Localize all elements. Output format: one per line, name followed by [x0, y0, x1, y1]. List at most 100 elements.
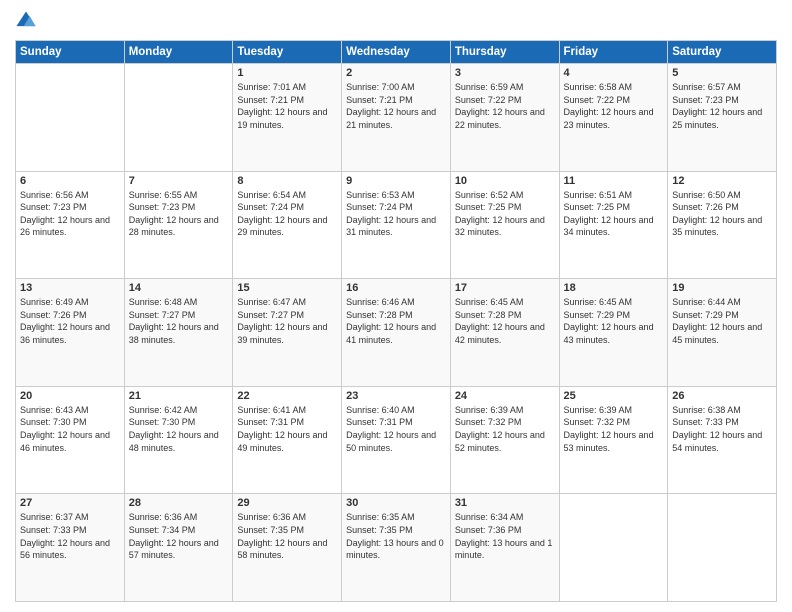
day-info: Sunrise: 6:36 AMSunset: 7:35 PMDaylight:…	[237, 511, 337, 561]
day-info: Sunrise: 6:49 AMSunset: 7:26 PMDaylight:…	[20, 296, 120, 346]
day-info: Sunrise: 6:58 AMSunset: 7:22 PMDaylight:…	[564, 81, 664, 131]
calendar-cell: 23 Sunrise: 6:40 AMSunset: 7:31 PMDayligh…	[342, 386, 451, 494]
calendar-cell	[16, 64, 125, 172]
calendar-cell: 14Sunrise: 6:48 AMSunset: 7:27 PMDayligh…	[124, 279, 233, 387]
weekday-header-wednesday: Wednesday	[342, 41, 451, 64]
calendar-cell: 21 Sunrise: 6:42 AMSunset: 7:30 PMDayligh…	[124, 386, 233, 494]
calendar-cell: 11 Sunrise: 6:51 AMSunset: 7:25 PMDayligh…	[559, 171, 668, 279]
calendar-cell: 3 Sunrise: 6:59 AMSunset: 7:22 PMDaylight…	[450, 64, 559, 172]
weekday-header-thursday: Thursday	[450, 41, 559, 64]
day-number: 20	[20, 390, 120, 402]
day-number: 9	[346, 175, 446, 187]
day-info: Sunrise: 6:51 AMSunset: 7:25 PMDaylight:…	[564, 189, 664, 239]
calendar-cell: 15 Sunrise: 6:47 AMSunset: 7:27 PMDayligh…	[233, 279, 342, 387]
day-info: Sunrise: 7:00 AMSunset: 7:21 PMDaylight:…	[346, 81, 446, 131]
calendar-cell	[668, 494, 777, 602]
day-number: 23	[346, 390, 446, 402]
day-info: Sunrise: 6:39 AMSunset: 7:32 PMDaylight:…	[564, 404, 664, 454]
day-number: 16	[346, 282, 446, 294]
day-number: 2	[346, 67, 446, 79]
day-number: 29	[237, 497, 337, 509]
calendar-cell: 9 Sunrise: 6:53 AMSunset: 7:24 PMDaylight…	[342, 171, 451, 279]
day-number: 19	[672, 282, 772, 294]
day-number: 10	[455, 175, 555, 187]
day-number: 25	[564, 390, 664, 402]
day-number: 27	[20, 497, 120, 509]
calendar-cell	[124, 64, 233, 172]
weekday-header-friday: Friday	[559, 41, 668, 64]
day-number: 7	[129, 175, 229, 187]
day-info: Sunrise: 6:44 AMSunset: 7:29 PMDaylight:…	[672, 296, 772, 346]
weekday-header-tuesday: Tuesday	[233, 41, 342, 64]
calendar-cell: 28Sunrise: 6:36 AMSunset: 7:34 PMDayligh…	[124, 494, 233, 602]
day-info: Sunrise: 6:46 AMSunset: 7:28 PMDaylight:…	[346, 296, 446, 346]
day-info: Sunrise: 6:35 AMSunset: 7:35 PMDaylight:…	[346, 511, 446, 561]
day-number: 6	[20, 175, 120, 187]
day-info: Sunrise: 6:57 AMSunset: 7:23 PMDaylight:…	[672, 81, 772, 131]
weekday-header-monday: Monday	[124, 41, 233, 64]
week-row-0: 1 Sunrise: 7:01 AMSunset: 7:21 PMDaylight…	[16, 64, 777, 172]
weekday-header-sunday: Sunday	[16, 41, 125, 64]
header	[15, 10, 777, 32]
calendar-cell: 6 Sunrise: 6:56 AMSunset: 7:23 PMDaylight…	[16, 171, 125, 279]
day-info: Sunrise: 6:47 AMSunset: 7:27 PMDaylight:…	[237, 296, 337, 346]
day-number: 17	[455, 282, 555, 294]
calendar-cell: 25 Sunrise: 6:39 AMSunset: 7:32 PMDayligh…	[559, 386, 668, 494]
calendar-cell: 31Sunrise: 6:34 AMSunset: 7:36 PMDayligh…	[450, 494, 559, 602]
day-info: Sunrise: 6:52 AMSunset: 7:25 PMDaylight:…	[455, 189, 555, 239]
weekday-header-saturday: Saturday	[668, 41, 777, 64]
day-number: 8	[237, 175, 337, 187]
calendar-cell: 5 Sunrise: 6:57 AMSunset: 7:23 PMDaylight…	[668, 64, 777, 172]
calendar-cell: 12 Sunrise: 6:50 AMSunset: 7:26 PMDayligh…	[668, 171, 777, 279]
calendar-cell: 20 Sunrise: 6:43 AMSunset: 7:30 PMDayligh…	[16, 386, 125, 494]
calendar-cell: 16 Sunrise: 6:46 AMSunset: 7:28 PMDayligh…	[342, 279, 451, 387]
calendar-cell: 24Sunrise: 6:39 AMSunset: 7:32 PMDayligh…	[450, 386, 559, 494]
calendar-cell: 2 Sunrise: 7:00 AMSunset: 7:21 PMDaylight…	[342, 64, 451, 172]
day-number: 13	[20, 282, 120, 294]
day-number: 21	[129, 390, 229, 402]
calendar-cell: 8 Sunrise: 6:54 AMSunset: 7:24 PMDaylight…	[233, 171, 342, 279]
day-info: Sunrise: 7:01 AMSunset: 7:21 PMDaylight:…	[237, 81, 337, 131]
weekday-header-row: SundayMondayTuesdayWednesdayThursdayFrid…	[16, 41, 777, 64]
day-info: Sunrise: 6:41 AMSunset: 7:31 PMDaylight:…	[237, 404, 337, 454]
week-row-3: 20 Sunrise: 6:43 AMSunset: 7:30 PMDayligh…	[16, 386, 777, 494]
day-info: Sunrise: 6:34 AMSunset: 7:36 PMDaylight:…	[455, 511, 555, 561]
day-number: 3	[455, 67, 555, 79]
day-number: 12	[672, 175, 772, 187]
day-number: 22	[237, 390, 337, 402]
day-info: Sunrise: 6:50 AMSunset: 7:26 PMDaylight:…	[672, 189, 772, 239]
day-number: 18	[564, 282, 664, 294]
day-info: Sunrise: 6:54 AMSunset: 7:24 PMDaylight:…	[237, 189, 337, 239]
day-number: 1	[237, 67, 337, 79]
day-number: 15	[237, 282, 337, 294]
calendar-cell: 7 Sunrise: 6:55 AMSunset: 7:23 PMDaylight…	[124, 171, 233, 279]
calendar-cell: 19 Sunrise: 6:44 AMSunset: 7:29 PMDayligh…	[668, 279, 777, 387]
day-number: 24	[455, 390, 555, 402]
day-number: 11	[564, 175, 664, 187]
day-info: Sunrise: 6:45 AMSunset: 7:29 PMDaylight:…	[564, 296, 664, 346]
day-number: 14	[129, 282, 229, 294]
day-info: Sunrise: 6:43 AMSunset: 7:30 PMDaylight:…	[20, 404, 120, 454]
week-row-2: 13 Sunrise: 6:49 AMSunset: 7:26 PMDayligh…	[16, 279, 777, 387]
day-info: Sunrise: 6:53 AMSunset: 7:24 PMDaylight:…	[346, 189, 446, 239]
calendar-cell: 22 Sunrise: 6:41 AMSunset: 7:31 PMDayligh…	[233, 386, 342, 494]
day-number: 4	[564, 67, 664, 79]
day-number: 30	[346, 497, 446, 509]
day-number: 26	[672, 390, 772, 402]
calendar-cell: 29 Sunrise: 6:36 AMSunset: 7:35 PMDayligh…	[233, 494, 342, 602]
week-row-4: 27Sunrise: 6:37 AMSunset: 7:33 PMDayligh…	[16, 494, 777, 602]
day-info: Sunrise: 6:55 AMSunset: 7:23 PMDaylight:…	[129, 189, 229, 239]
calendar-cell: 1 Sunrise: 7:01 AMSunset: 7:21 PMDaylight…	[233, 64, 342, 172]
day-info: Sunrise: 6:56 AMSunset: 7:23 PMDaylight:…	[20, 189, 120, 239]
calendar-cell: 27Sunrise: 6:37 AMSunset: 7:33 PMDayligh…	[16, 494, 125, 602]
day-info: Sunrise: 6:36 AMSunset: 7:34 PMDaylight:…	[129, 511, 229, 561]
day-info: Sunrise: 6:42 AMSunset: 7:30 PMDaylight:…	[129, 404, 229, 454]
day-info: Sunrise: 6:59 AMSunset: 7:22 PMDaylight:…	[455, 81, 555, 131]
day-info: Sunrise: 6:40 AMSunset: 7:31 PMDaylight:…	[346, 404, 446, 454]
calendar-cell: 4 Sunrise: 6:58 AMSunset: 7:22 PMDaylight…	[559, 64, 668, 172]
calendar-cell	[559, 494, 668, 602]
day-number: 5	[672, 67, 772, 79]
day-info: Sunrise: 6:45 AMSunset: 7:28 PMDaylight:…	[455, 296, 555, 346]
calendar-cell: 18 Sunrise: 6:45 AMSunset: 7:29 PMDayligh…	[559, 279, 668, 387]
calendar-cell: 26Sunrise: 6:38 AMSunset: 7:33 PMDayligh…	[668, 386, 777, 494]
